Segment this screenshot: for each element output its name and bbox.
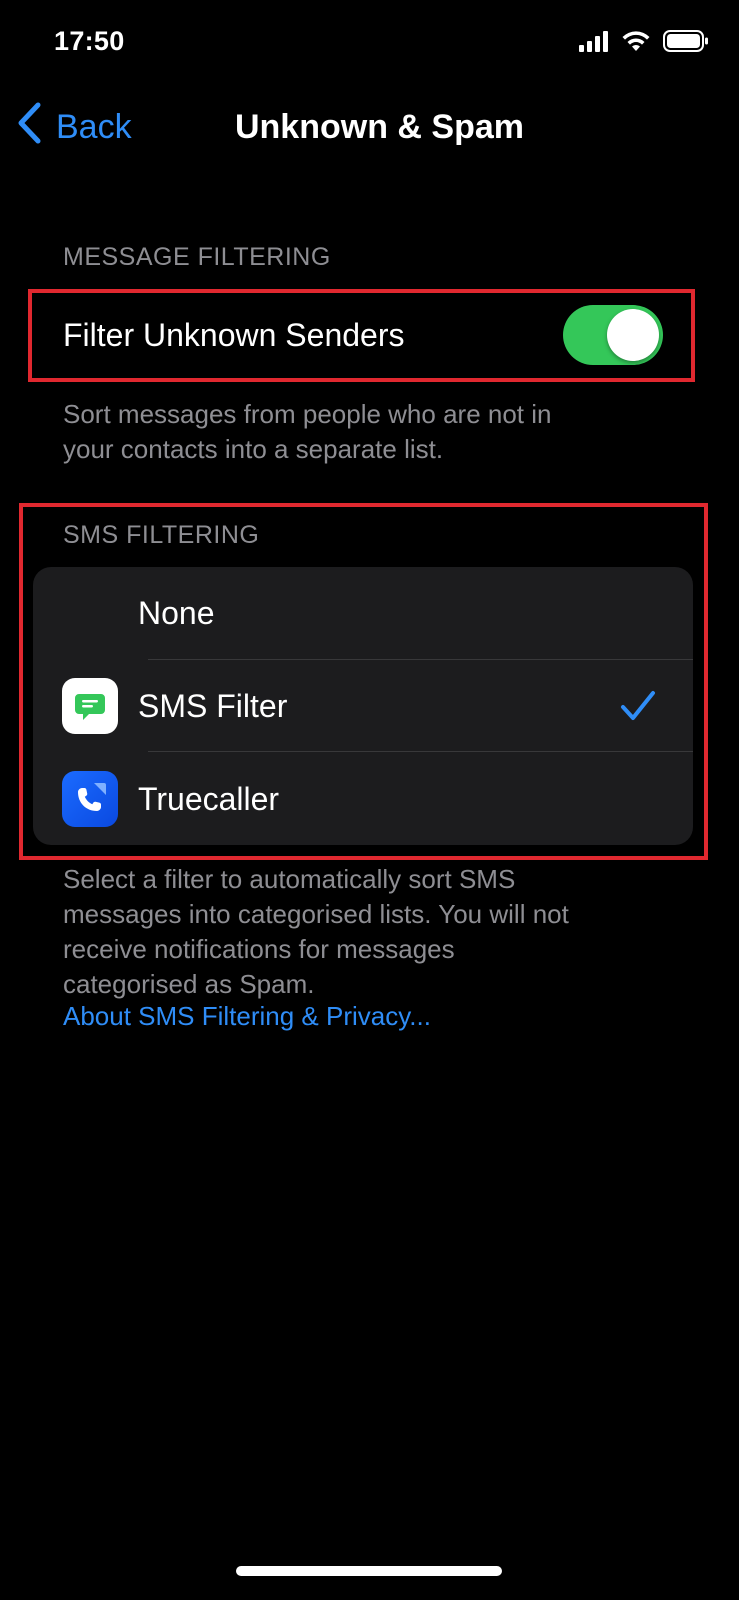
message-filtering-footer: Sort messages from people who are not in…: [63, 397, 551, 467]
option-truecaller-label: Truecaller: [138, 781, 280, 817]
footer-line: Sort messages from people who are not in: [63, 399, 552, 429]
footer-line: your contacts into a separate list.: [63, 434, 444, 464]
cellular-signal-icon: [579, 30, 609, 57]
status-time: 17:50: [54, 26, 125, 56]
truecaller-app-icon: [62, 771, 118, 827]
filter-unknown-senders-toggle[interactable]: [563, 305, 663, 365]
option-sms-filter-label: SMS Filter: [138, 688, 288, 724]
footer-line: messages into categorised lists. You wil…: [63, 899, 569, 929]
footer-line: categorised as Spam.: [63, 969, 315, 999]
message-filtering-header: MESSAGE FILTERING: [63, 243, 331, 271]
option-none[interactable]: [33, 567, 693, 659]
sms-filtering-header: SMS FILTERING: [63, 521, 260, 549]
option-truecaller[interactable]: [33, 752, 693, 845]
filter-unknown-senders-label: Filter Unknown Senders: [63, 317, 405, 353]
footer-line: Select a filter to automatically sort SM…: [63, 864, 516, 894]
footer-line: receive notifications for messages: [63, 934, 455, 964]
sms-filter-app-icon: [62, 678, 118, 734]
battery-icon: [663, 29, 709, 57]
option-none-label: None: [138, 595, 215, 631]
option-sms-filter[interactable]: [33, 660, 693, 751]
sms-filtering-footer: Select a filter to automatically sort SM…: [63, 862, 569, 1002]
checkmark-icon: [620, 690, 656, 727]
wifi-icon: [621, 30, 651, 57]
home-indicator[interactable]: [236, 1566, 502, 1576]
status-icons: [579, 29, 709, 57]
about-sms-filtering-link[interactable]: About SMS Filtering & Privacy...: [63, 1001, 431, 1032]
page-title: Unknown & Spam: [234, 108, 525, 146]
toggle-knob: [607, 309, 659, 361]
